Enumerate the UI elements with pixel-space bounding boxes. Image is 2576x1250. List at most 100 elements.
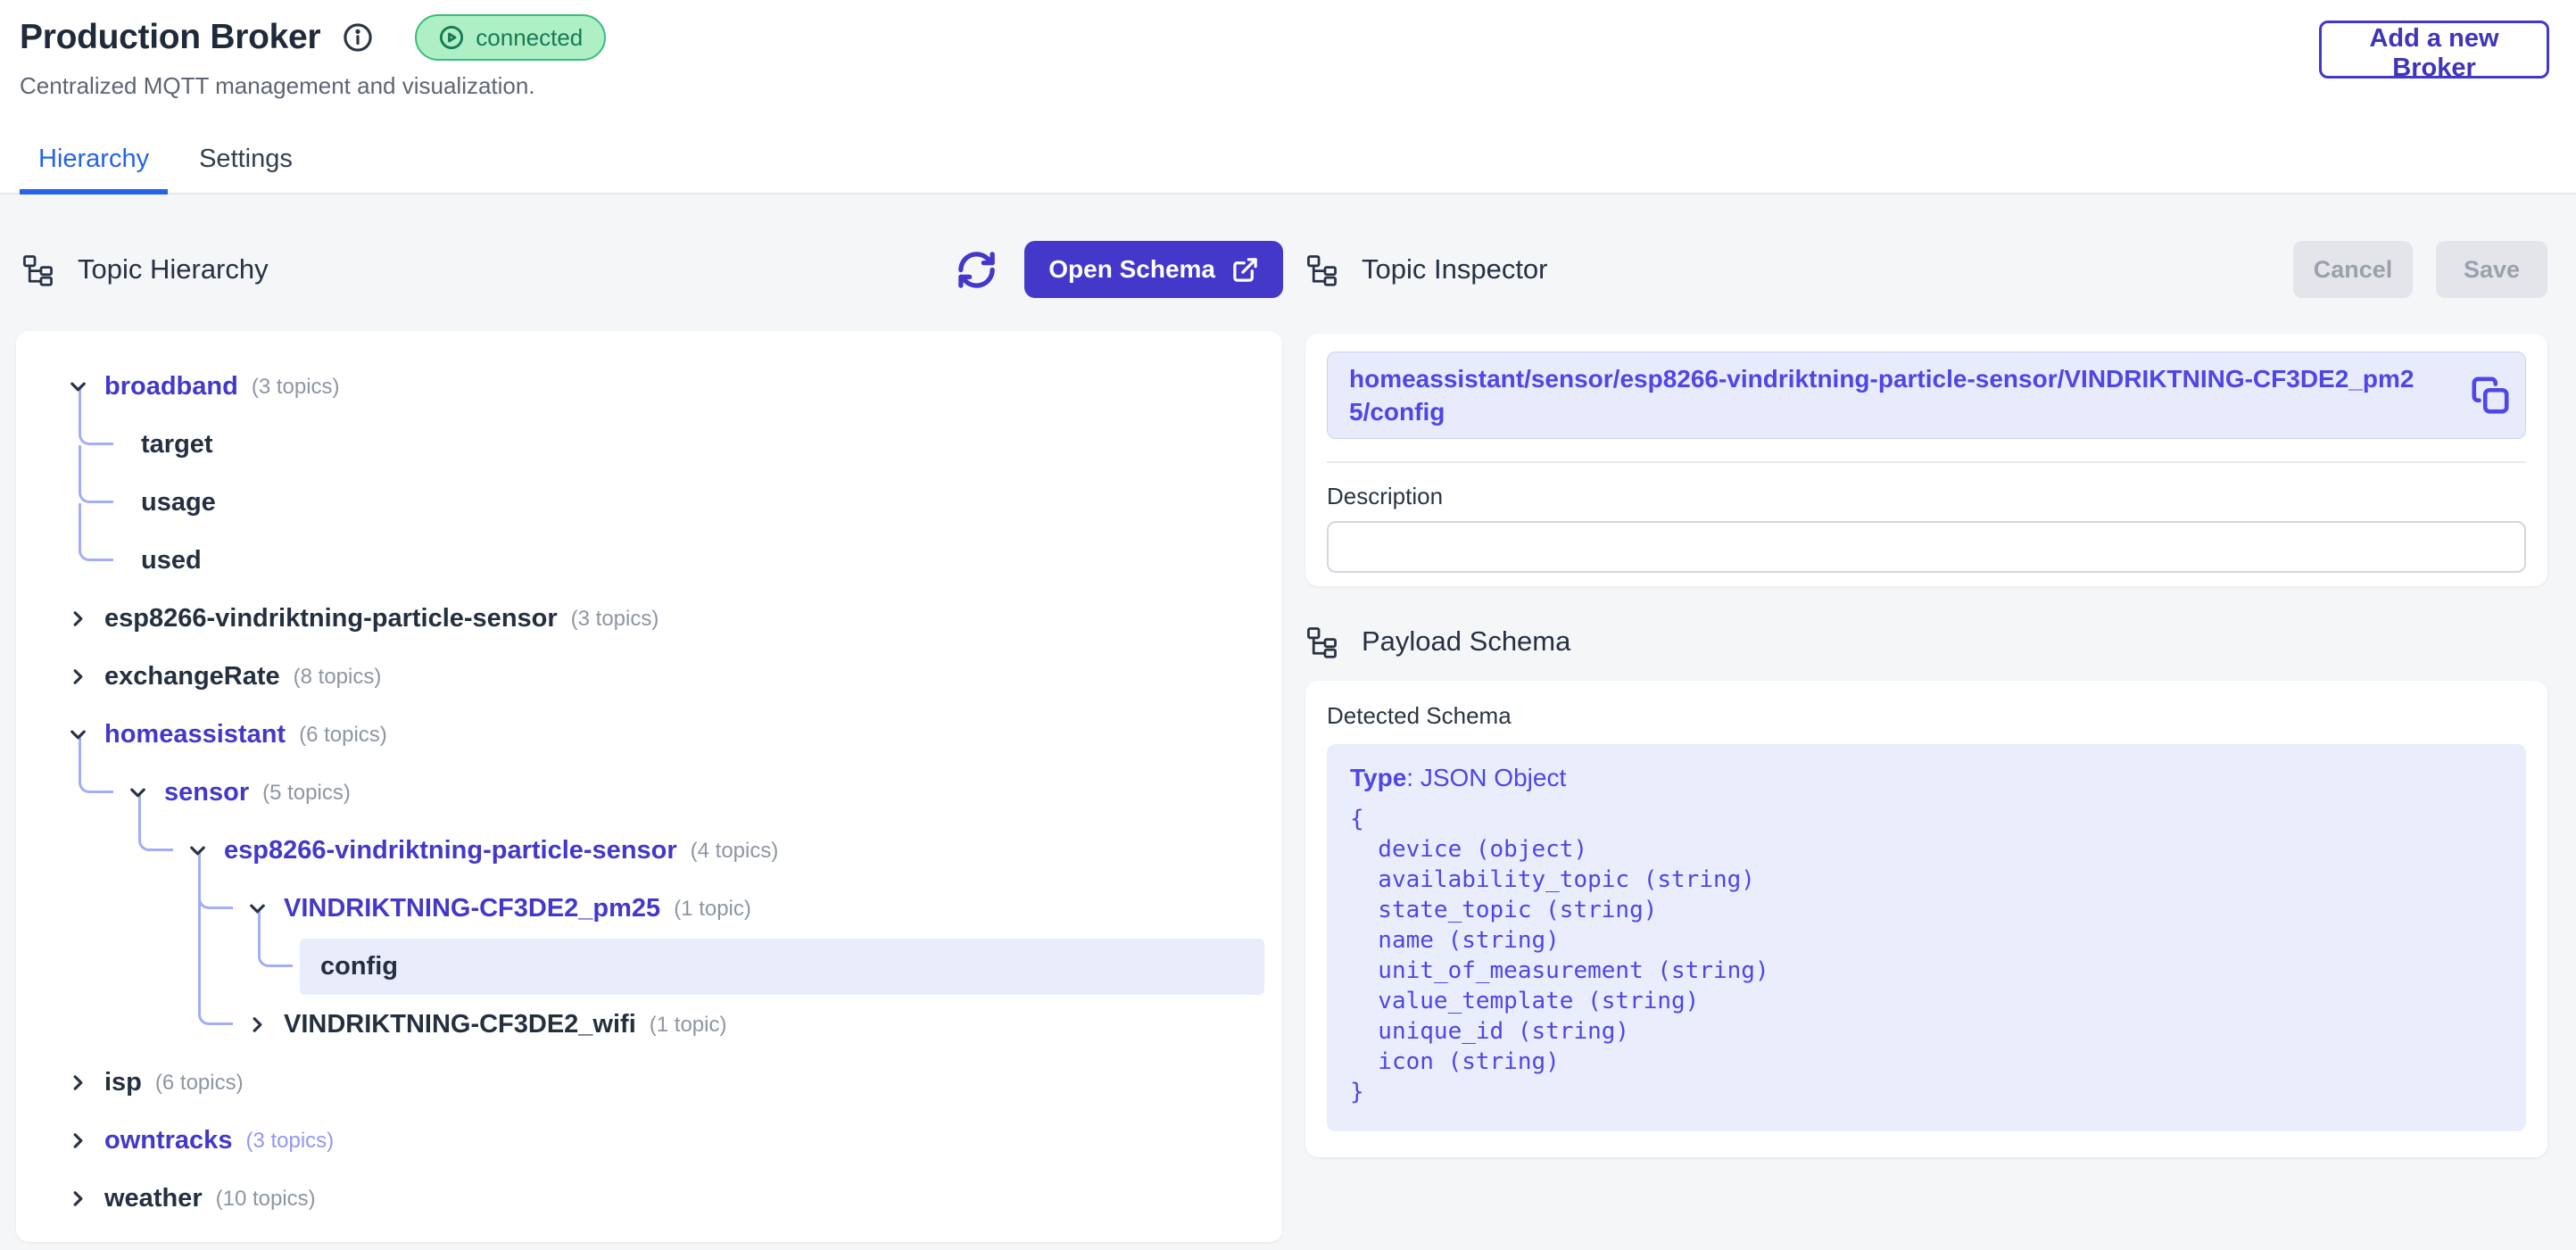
inspector-title-group: Topic Inspector [1305, 253, 1548, 286]
hierarchy-title-group: Topic Hierarchy [21, 253, 269, 286]
tree-label: VINDRIKTNING-CF3DE2_wifi [284, 1010, 636, 1039]
content-area: Topic Hierarchy Open Schema broadband (3 … [0, 195, 2576, 1250]
tree-label: sensor [164, 778, 249, 807]
schema-type-value: : JSON Object [1406, 764, 1566, 791]
copy-button[interactable] [2470, 375, 2511, 416]
payload-panel-title: Payload Schema [1362, 625, 1570, 658]
topic-inspector-panel: homeassistant/sensor/esp8266-vindriktnin… [1305, 334, 2547, 586]
description-input[interactable] [1327, 521, 2526, 573]
tab-bar: Hierarchy Settings [0, 125, 2576, 195]
hierarchy-tree-icon [21, 253, 54, 286]
inspector-header: Topic Inspector Cancel Save [1305, 239, 2547, 300]
tab-hierarchy-label: Hierarchy [38, 145, 149, 174]
add-broker-button[interactable]: Add a new Broker [2319, 21, 2549, 79]
topic-count: (3 topics) [252, 375, 340, 400]
topic-count: (1 topic) [674, 897, 751, 922]
chevron-down-icon[interactable] [245, 897, 269, 921]
topic-count: (6 topics) [299, 723, 387, 748]
tree-row-exchangeRate[interactable]: exchangeRate (8 topics) [16, 648, 1282, 706]
chevron-down-icon[interactable] [66, 375, 90, 399]
tree-label: esp8266-vindriktning-particle-sensor [104, 604, 558, 633]
chevron-right-icon[interactable] [66, 1071, 90, 1095]
tree-row-target[interactable]: target [16, 416, 1282, 474]
status-text: connected [476, 24, 583, 52]
tree-connector-line [79, 503, 113, 561]
tree-label: exchangeRate [104, 662, 280, 691]
payload-schema-panel: Detected Schema Type: JSON Object { devi… [1305, 681, 2547, 1157]
topic-count: (3 topics) [571, 607, 659, 632]
chevron-right-icon[interactable] [66, 1187, 90, 1211]
schema-body: { device (object) availability_topic (st… [1350, 804, 2503, 1107]
hierarchy-panel-title: Topic Hierarchy [78, 253, 269, 286]
refresh-button[interactable] [956, 249, 998, 291]
description-label: Description [1327, 483, 2526, 510]
tree-label: esp8266-vindriktning-particle-sensor [224, 836, 677, 865]
tab-hierarchy[interactable]: Hierarchy [20, 124, 168, 194]
open-schema-label: Open Schema [1048, 255, 1215, 284]
info-icon[interactable] [342, 21, 374, 54]
hierarchy-tree-icon [1305, 253, 1338, 286]
topic-count: (6 topics) [155, 1071, 244, 1096]
tree-row-isp[interactable]: isp (6 topics) [16, 1054, 1282, 1112]
save-button[interactable]: Save [2436, 241, 2547, 298]
chevron-down-icon[interactable] [186, 839, 210, 863]
tab-settings[interactable]: Settings [180, 124, 311, 194]
chevron-right-icon[interactable] [66, 665, 90, 689]
detected-schema-label: Detected Schema [1327, 702, 2526, 730]
topic-count: (3 topics) [245, 1129, 334, 1154]
schema-type-line: Type: JSON Object [1350, 764, 2503, 792]
topic-tree: broadband (3 topics) target usage used esp826… [16, 358, 1282, 1228]
inspector-panel-title: Topic Inspector [1362, 253, 1548, 286]
page-subtitle: Centralized MQTT management and visualiz… [20, 72, 535, 100]
tree-row-VINDRIKTNING-CF3DE2_wifi[interactable]: VINDRIKTNING-CF3DE2_wifi (1 topic) [16, 996, 1282, 1054]
topic-count: (8 topics) [294, 665, 382, 690]
payload-schema-header: Payload Schema [1305, 611, 1570, 672]
hierarchy-header: Topic Hierarchy Open Schema [16, 239, 1283, 300]
tree-label: used [141, 546, 202, 575]
topic-count: (4 topics) [691, 839, 779, 864]
detected-schema-box: Type: JSON Object { device (object) avai… [1327, 744, 2526, 1131]
page-title: Production Broker [20, 18, 320, 57]
tree-row-weather[interactable]: weather (10 topics) [16, 1170, 1282, 1228]
tree-label: homeassistant [104, 720, 286, 749]
circle-play-icon [438, 24, 465, 51]
chevron-right-icon[interactable] [245, 1013, 269, 1037]
topic-count: (10 topics) [216, 1187, 316, 1212]
topic-hierarchy-panel: broadband (3 topics) target usage used esp826… [16, 331, 1282, 1242]
tree-connector-line [79, 445, 113, 503]
chevron-right-icon[interactable] [66, 1129, 90, 1153]
tree-row-used[interactable]: used [16, 532, 1282, 590]
chevron-down-icon[interactable] [126, 781, 150, 805]
topic-count: (1 topic) [650, 1013, 727, 1038]
tree-row-esp8266-vindriktning-particle-sensor[interactable]: esp8266-vindriktning-particle-sensor (3 t… [16, 590, 1282, 648]
tree-row-homeassistant[interactable]: homeassistant (6 topics) [16, 706, 1282, 764]
tree-label: owntracks [104, 1126, 232, 1155]
cancel-button[interactable]: Cancel [2293, 241, 2413, 298]
title-row: Production Broker connected [20, 14, 606, 61]
tab-settings-label: Settings [199, 145, 293, 174]
schema-type-label: Type [1350, 764, 1406, 791]
tree-label: usage [141, 488, 216, 517]
tree-label: config [320, 952, 398, 981]
tree-row-usage[interactable]: usage [16, 474, 1282, 532]
tree-connector-line [198, 851, 233, 1025]
inspector-divider [1327, 461, 2526, 463]
tree-label: weather [104, 1184, 203, 1213]
copy-icon [2470, 375, 2511, 416]
chevron-down-icon[interactable] [66, 723, 90, 747]
tree-row-broadband[interactable]: broadband (3 topics) [16, 358, 1282, 416]
tree-row-owntracks[interactable]: owntracks (3 topics) [16, 1112, 1282, 1170]
tree-label: broadband [104, 372, 238, 401]
tree-label: VINDRIKTNING-CF3DE2_pm25 [284, 894, 660, 923]
tree-label: isp [104, 1068, 142, 1097]
status-badge: connected [415, 14, 606, 61]
topic-path: homeassistant/sensor/esp8266-vindriktnin… [1349, 362, 2429, 428]
payload-title-group: Payload Schema [1305, 625, 1570, 658]
topic-path-box: homeassistant/sensor/esp8266-vindriktnin… [1327, 352, 2526, 439]
topic-count: (5 topics) [262, 781, 351, 806]
tree-row-sensor[interactable]: sensor (5 topics) [16, 764, 1282, 822]
selected-row-highlight [300, 939, 1264, 995]
chevron-right-icon[interactable] [66, 607, 90, 631]
tree-label: target [141, 430, 213, 459]
open-schema-button[interactable]: Open Schema [1024, 241, 1283, 298]
